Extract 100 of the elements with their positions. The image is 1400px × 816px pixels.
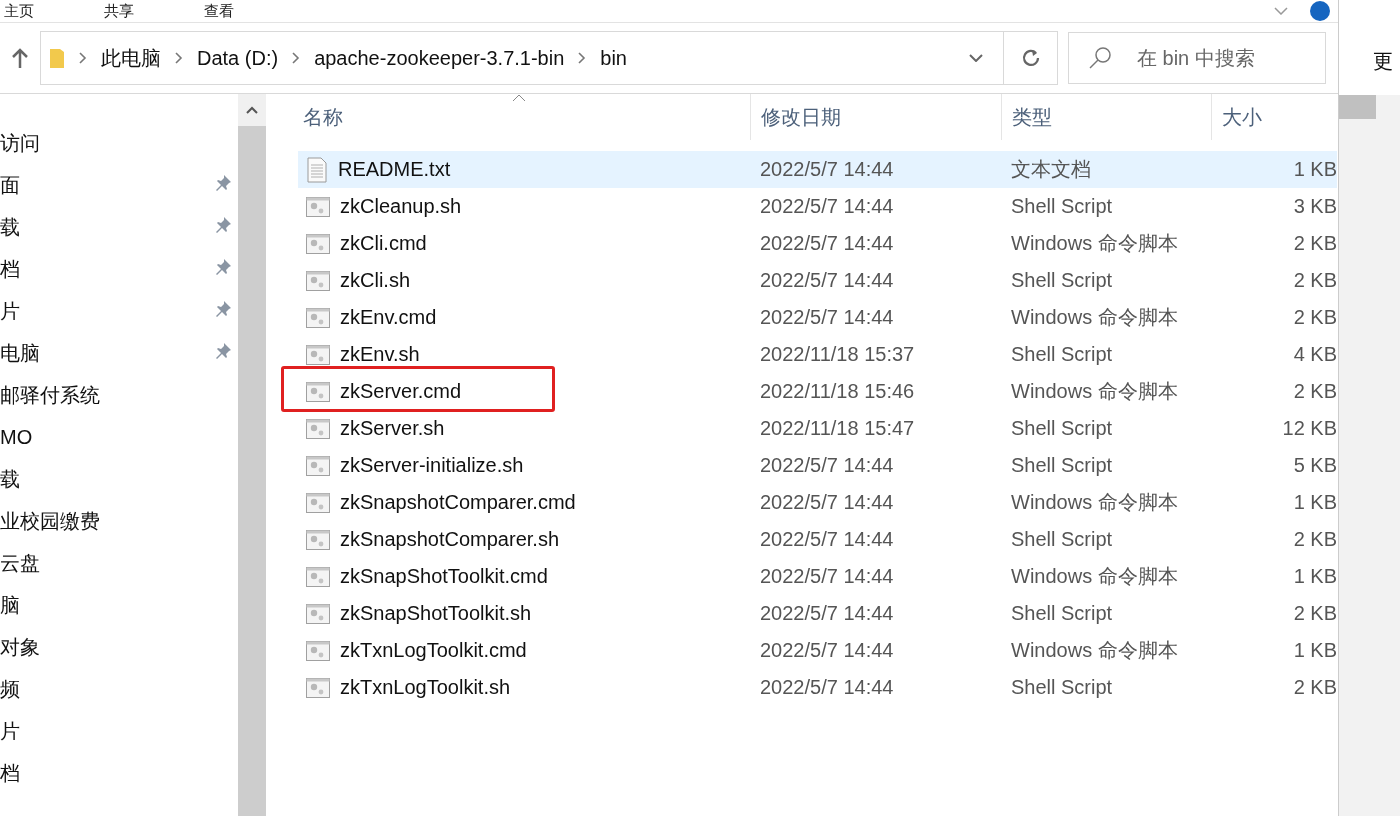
modified-date: 2022/5/7 14:44 (759, 528, 895, 551)
file-type: Windows 命令脚本 (1010, 638, 1179, 663)
modified-date: 2022/5/7 14:44 (759, 676, 895, 699)
sidebar-item[interactable]: 片 (0, 710, 238, 752)
chevron-right-icon (79, 52, 87, 64)
modified-date: 2022/5/7 14:44 (759, 306, 895, 329)
sidebar-item[interactable]: 业校园缴费 (0, 500, 238, 542)
file-size: 2 KB (1292, 306, 1337, 329)
pin-icon (214, 341, 232, 360)
breadcrumb[interactable]: apache-zookeeper-3.7.1-bin (314, 46, 565, 70)
column-header[interactable]: 类型 (1001, 94, 1211, 140)
sidebar-item[interactable]: 面 (0, 164, 238, 206)
file-type: Shell Script (1010, 602, 1114, 625)
pin-icon (214, 215, 232, 234)
file-row[interactable]: zkSnapshotComparer.sh 2022/5/7 14:44 Shell Script 2 KB (298, 521, 1337, 558)
search-field[interactable]: 在 bin 中搜索 (1068, 32, 1326, 84)
sidebar-item[interactable]: 档 (0, 752, 238, 794)
file-row[interactable]: zkSnapShotToolkit.cmd 2022/5/7 14:44 Windows 命令脚本 1 KB (298, 558, 1337, 595)
script-file-icon (306, 233, 330, 254)
search-icon (1088, 46, 1112, 70)
sidebar-item[interactable]: 片 (0, 290, 238, 332)
file-row[interactable]: zkCli.cmd 2022/5/7 14:44 Windows 命令脚本 2 KB (298, 225, 1337, 262)
sidebar-item[interactable]: 载 (0, 458, 238, 500)
help-icon[interactable] (1310, 1, 1330, 21)
file-size: 2 KB (1292, 269, 1337, 292)
modified-date: 2022/5/7 14:44 (759, 232, 895, 255)
scroll-up-button[interactable] (238, 94, 266, 126)
modified-date: 2022/11/18 15:37 (759, 343, 916, 366)
script-file-icon (306, 196, 330, 217)
sidebar-item[interactable]: 访问 (0, 122, 238, 164)
file-name: zkServer-initialize.sh (340, 454, 524, 477)
breadcrumb[interactable]: Data (D:) (197, 46, 279, 70)
file-type: Shell Script (1010, 269, 1114, 292)
script-file-icon (306, 307, 330, 328)
refresh-icon (1020, 48, 1041, 68)
sidebar-item[interactable]: 对象 (0, 626, 238, 668)
file-name: zkServer.cmd (340, 380, 462, 403)
file-type: Windows 命令脚本 (1010, 231, 1179, 256)
file-size: 4 KB (1292, 343, 1337, 366)
sidebar-item[interactable]: 邮驿付系统 (0, 374, 238, 416)
file-row[interactable]: zkCleanup.sh 2022/5/7 14:44 Shell Script 3 KB (298, 188, 1337, 225)
script-file-icon (306, 603, 330, 624)
ribbon-tab[interactable]: 主页 (4, 1, 34, 21)
pin-icon (214, 299, 232, 318)
file-type: Windows 命令脚本 (1010, 490, 1179, 515)
file-row[interactable]: README.txt 2022/5/7 14:44 文本文档 1 KB (298, 151, 1337, 188)
script-file-icon (306, 455, 330, 476)
sidebar-item[interactable]: 档 (0, 248, 238, 290)
column-header[interactable]: 大小 (1211, 94, 1338, 140)
text-file-icon (306, 156, 328, 183)
file-size: 2 KB (1292, 380, 1337, 403)
file-row[interactable]: zkEnv.sh 2022/11/18 15:37 Shell Script 4 KB (298, 336, 1337, 373)
file-row[interactable]: zkServer.cmd 2022/11/18 15:46 Windows 命令脚本 2 KB (298, 373, 1337, 410)
up-arrow-icon[interactable] (10, 47, 30, 69)
file-name: zkTxnLogToolkit.sh (340, 676, 511, 699)
breadcrumb[interactable]: bin (600, 46, 627, 70)
file-size: 5 KB (1292, 454, 1337, 477)
file-name: zkCleanup.sh (340, 195, 462, 218)
sidebar-item[interactable]: 频 (0, 668, 238, 710)
sidebar-item[interactable]: MO (0, 416, 238, 458)
ribbon-tab[interactable]: 查看 (204, 1, 234, 21)
ribbon-tab[interactable]: 共享 (104, 1, 134, 21)
column-header[interactable]: 名称 (298, 94, 750, 140)
file-type: Windows 命令脚本 (1010, 379, 1179, 404)
file-row[interactable]: zkSnapShotToolkit.sh 2022/5/7 14:44 Shell Script 2 KB (298, 595, 1337, 632)
scrollbar[interactable] (238, 94, 266, 816)
file-type: Shell Script (1010, 528, 1114, 551)
column-header[interactable]: 修改日期 (750, 94, 1001, 140)
sidebar-item[interactable]: 电脑 (0, 332, 238, 374)
file-name: zkSnapShotToolkit.cmd (340, 565, 548, 588)
script-file-icon (306, 270, 330, 291)
file-row[interactable]: zkTxnLogToolkit.cmd 2022/5/7 14:44 Windows 命令脚本 1 KB (298, 632, 1337, 669)
file-type: Shell Script (1010, 454, 1114, 477)
file-name: zkSnapshotComparer.sh (340, 528, 559, 551)
file-row[interactable]: zkEnv.cmd 2022/5/7 14:44 Windows 命令脚本 2 KB (298, 299, 1337, 336)
file-row[interactable]: zkServer-initialize.sh 2022/5/7 14:44 Shell Script 5 KB (298, 447, 1337, 484)
file-size: 1 KB (1292, 639, 1337, 662)
sidebar-item[interactable]: 载 (0, 206, 238, 248)
file-size: 3 KB (1292, 195, 1337, 218)
file-row[interactable]: zkSnapshotComparer.cmd 2022/5/7 14:44 Windows 命令脚本 1 KB (298, 484, 1337, 521)
sidebar-item[interactable]: 云盘 (0, 542, 238, 584)
chevron-down-icon (969, 54, 983, 62)
file-name: zkSnapShotToolkit.sh (340, 602, 532, 625)
file-type: 文本文档 (1010, 157, 1092, 182)
file-size: 2 KB (1292, 602, 1337, 625)
file-name: zkEnv.cmd (340, 306, 437, 329)
chevron-down-icon[interactable] (1274, 7, 1288, 15)
script-file-icon (306, 344, 330, 365)
breadcrumb[interactable]: 此电脑 (101, 44, 161, 72)
file-row[interactable]: zkTxnLogToolkit.sh 2022/5/7 14:44 Shell Script 2 KB (298, 669, 1337, 706)
script-file-icon (306, 381, 330, 402)
file-type: Shell Script (1010, 676, 1114, 699)
address-bar[interactable]: 此电脑 Data (D:) apache-zookeeper-3.7.1-bin bin (40, 31, 1058, 85)
modified-date: 2022/5/7 14:44 (759, 491, 895, 514)
file-row[interactable]: zkCli.sh 2022/5/7 14:44 Shell Script 2 KB (298, 262, 1337, 299)
modified-date: 2022/5/7 14:44 (759, 158, 895, 181)
file-row[interactable]: zkServer.sh 2022/11/18 15:47 Shell Script 12 KB (298, 410, 1337, 447)
file-size: 2 KB (1292, 528, 1337, 551)
sidebar-item[interactable]: 脑 (0, 584, 238, 626)
file-size: 1 KB (1292, 158, 1337, 181)
